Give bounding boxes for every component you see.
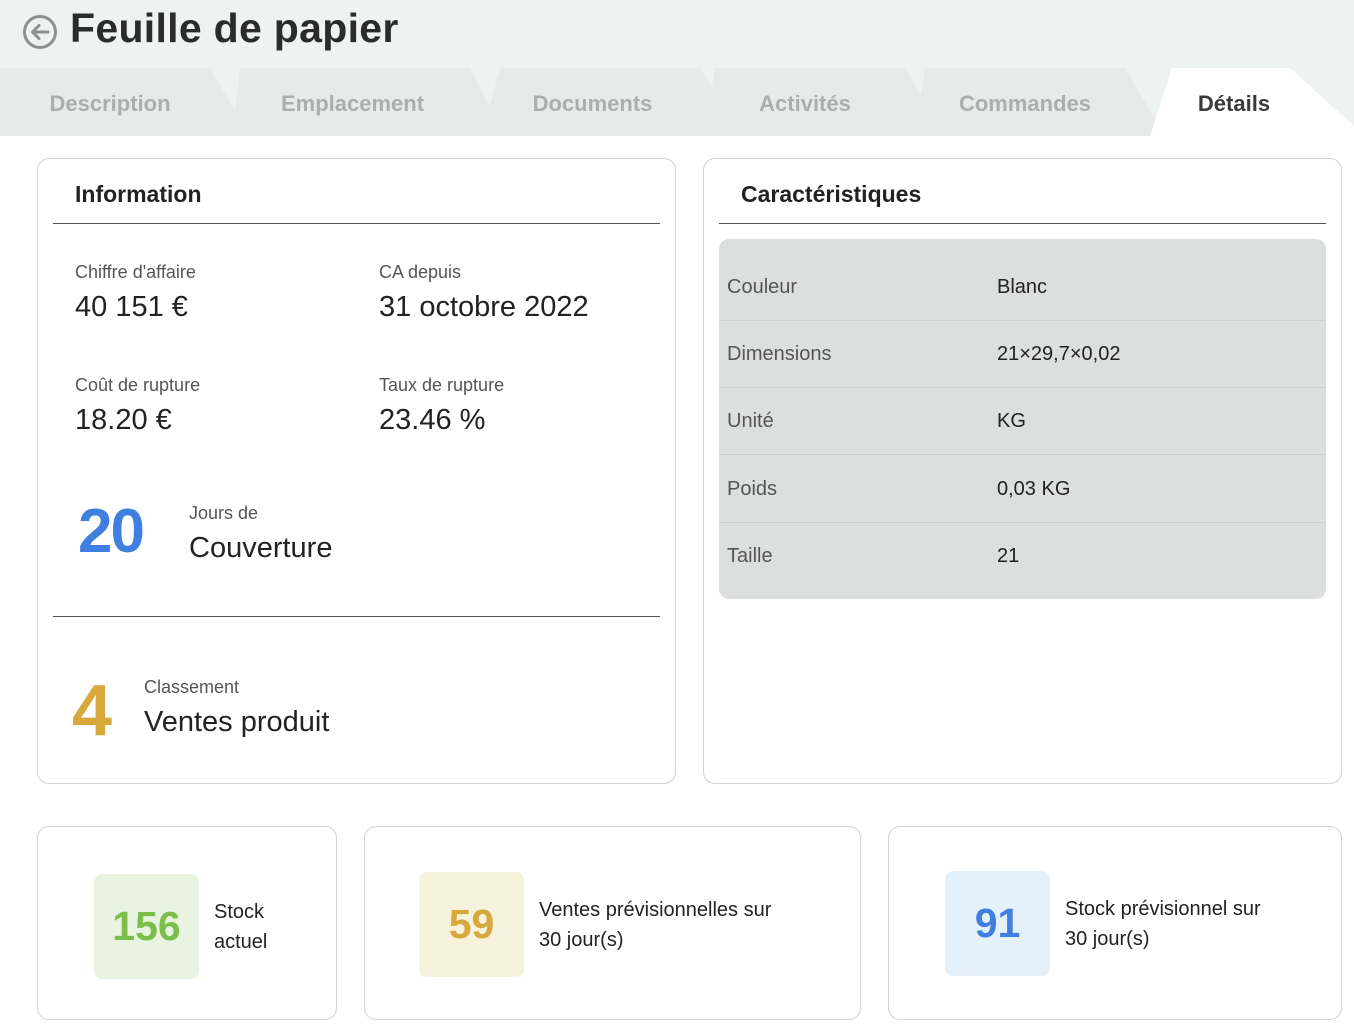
arrow-left-circle-icon[interactable] xyxy=(22,14,58,50)
table-row: Unité KG xyxy=(719,388,1326,455)
tab-commandes[interactable]: Commandes xyxy=(940,68,1110,136)
char-value: 21×29,7×0,02 xyxy=(997,343,1121,365)
char-key: Poids xyxy=(727,478,778,500)
since-value: 31 octobre 2022 xyxy=(379,291,589,323)
stockout-rate-value: 23.46 % xyxy=(379,404,486,436)
tab-emplacement[interactable]: Emplacement xyxy=(255,68,450,136)
tab-details[interactable]: Détails xyxy=(1175,68,1293,136)
information-card xyxy=(37,158,676,784)
coverage-value: Couverture xyxy=(189,532,333,564)
stat-label-line: Stock xyxy=(214,901,265,923)
char-value: Blanc xyxy=(997,276,1048,298)
tab-label: Emplacement xyxy=(280,91,425,116)
char-key: Unité xyxy=(727,410,774,432)
tab-documents[interactable]: Documents xyxy=(505,68,680,136)
forecast-sales-label: Ventes prévisionnelles sur 30 jour(s) xyxy=(539,895,771,955)
information-section-divider xyxy=(53,616,660,617)
char-key: Dimensions xyxy=(727,343,832,365)
forecast-sales-value: 59 xyxy=(419,872,524,977)
ranking-value: Ventes produit xyxy=(144,706,330,738)
stat-label-line: Stock prévisionnel sur xyxy=(1065,898,1261,920)
information-title-divider xyxy=(53,223,660,224)
char-key: Taille xyxy=(727,545,773,567)
row-divider xyxy=(719,454,1326,455)
table-row: Taille 21 xyxy=(719,523,1326,590)
char-value: 21 xyxy=(997,545,1020,567)
tab-label: Documents xyxy=(532,91,653,116)
coverage-number: 20 xyxy=(78,497,145,566)
characteristics-title-divider xyxy=(719,223,1326,224)
char-key: Couleur xyxy=(727,276,798,298)
since-label: CA depuis xyxy=(379,262,462,282)
page-title: Feuille de papier xyxy=(70,5,399,51)
tab-label: Commandes xyxy=(958,91,1092,116)
tab-label: Activités xyxy=(759,91,851,116)
forecast-stock-value: 91 xyxy=(945,871,1050,976)
current-stock-value: 156 xyxy=(94,874,199,979)
ranking-label: Classement xyxy=(144,677,240,697)
table-row: Couleur Blanc xyxy=(719,254,1326,321)
revenue-value: 40 151 € xyxy=(75,291,188,323)
characteristics-table: Couleur Blanc Dimensions 21×29,7×0,02 Un… xyxy=(719,239,1326,599)
table-row: Poids 0,03 KG xyxy=(719,456,1326,523)
stockout-cost-value: 18.20 € xyxy=(75,404,172,436)
stat-label-line: actuel xyxy=(214,931,268,953)
revenue-label: Chiffre d'affaire xyxy=(75,262,196,282)
information-title: Information xyxy=(75,181,202,207)
tab-activites[interactable]: Activités xyxy=(735,68,875,136)
char-value: KG xyxy=(997,410,1026,432)
char-value: 0,03 KG xyxy=(997,478,1071,500)
stat-label-line: Ventes prévisionnelles sur xyxy=(539,899,772,921)
tab-label: Description xyxy=(49,91,171,116)
stat-label-line: 30 jour(s) xyxy=(539,929,624,951)
forecast-stock-label: Stock prévisionnel sur 30 jour(s) xyxy=(1065,894,1261,954)
characteristics-title: Caractéristiques xyxy=(741,181,922,207)
tab-label: Détails xyxy=(1197,91,1271,116)
stat-label-line: 30 jour(s) xyxy=(1065,928,1150,950)
ranking-number: 4 xyxy=(72,671,113,751)
stockout-cost-label: Coût de rupture xyxy=(75,375,201,395)
tab-description[interactable]: Description xyxy=(20,68,200,136)
current-stock-label: Stock actuel xyxy=(214,897,267,957)
stockout-rate-label: Taux de rupture xyxy=(379,375,505,395)
table-row: Dimensions 21×29,7×0,02 xyxy=(719,321,1326,388)
coverage-label: Jours de xyxy=(189,503,259,523)
